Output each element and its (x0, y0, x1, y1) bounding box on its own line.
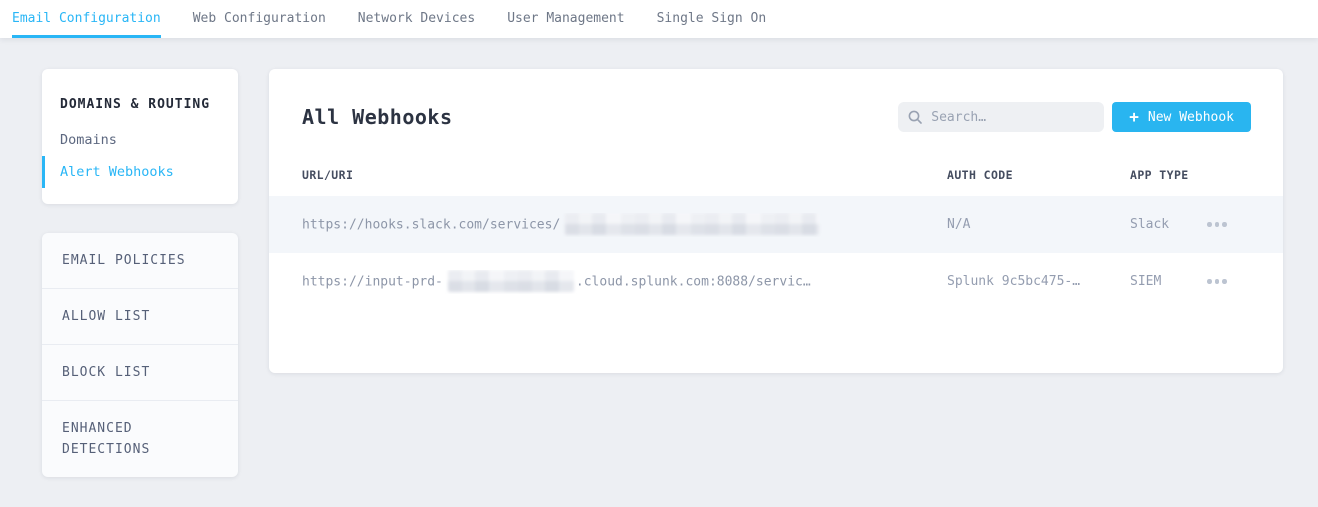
sidebar-item-allow-list[interactable]: ALLOW LIST (42, 288, 238, 344)
webhook-url-cell: https://hooks.slack.com/services/ (302, 212, 947, 237)
sidebar-item-domains[interactable]: Domains (42, 124, 238, 156)
table-row: https://hooks.slack.com/services/ N/A Sl… (269, 196, 1283, 253)
sidebar-item-email-policies[interactable]: EMAIL POLICIES (42, 233, 238, 288)
sidebar-header-domains-routing: DOMAINS & ROUTING (60, 97, 211, 112)
sidebar-item-enhanced-detections[interactable]: ENHANCED DETECTIONS (42, 400, 238, 477)
panel-header: All Webhooks + New Webhook (269, 69, 1283, 132)
ellipsis-icon (1207, 279, 1212, 284)
tab-user-management[interactable]: User Management (507, 0, 624, 38)
row-actions-menu-button[interactable] (1205, 273, 1229, 290)
search-box (898, 102, 1105, 132)
row-actions-menu-button[interactable] (1205, 216, 1229, 233)
redacted-url-segment (565, 212, 820, 235)
column-header-app-type: APP TYPE (1130, 168, 1189, 182)
webhook-url-text: https://input-prd- (302, 274, 443, 289)
tab-web-configuration[interactable]: Web Configuration (193, 0, 326, 38)
tab-single-sign-on[interactable]: Single Sign On (657, 0, 767, 38)
column-header-url: URL/URI (302, 168, 354, 182)
top-nav: Email Configuration Web Configuration Ne… (0, 0, 1318, 38)
sidebar-item-block-list[interactable]: BLOCK LIST (42, 344, 238, 400)
new-webhook-button[interactable]: + New Webhook (1112, 102, 1251, 132)
webhook-url-suffix: .cloud.splunk.com:8088/servic… (575, 274, 811, 289)
sidebar-card-sections: EMAIL POLICIES ALLOW LIST BLOCK LIST ENH… (42, 233, 238, 477)
search-input[interactable] (931, 109, 1095, 125)
plus-icon: + (1129, 107, 1139, 126)
table-header-row: URL/URI AUTH CODE APP TYPE (269, 132, 1283, 196)
new-webhook-button-label: New Webhook (1147, 109, 1234, 125)
app-type-cell: Slack (1130, 217, 1170, 232)
table-row: https://input-prd- .cloud.splunk.com:8088… (269, 253, 1283, 310)
page-title: All Webhooks (302, 105, 453, 129)
search-icon (908, 110, 923, 124)
page-body: DOMAINS & ROUTING Domains Alert Webhooks… (0, 38, 1318, 477)
app-type-cell: SIEM (1130, 274, 1162, 289)
auth-code-cell: Splunk 9c5bc475-… (947, 274, 1081, 289)
ellipsis-icon (1207, 222, 1212, 227)
column-header-auth-code: AUTH CODE (947, 168, 1013, 182)
tab-network-devices[interactable]: Network Devices (358, 0, 475, 38)
redacted-url-segment (447, 269, 574, 292)
tab-email-configuration[interactable]: Email Configuration (12, 0, 161, 38)
webhook-url-text: https://hooks.slack.com/services/ (302, 217, 561, 232)
webhooks-panel: All Webhooks + New Webhook URL/URI AUTH … (269, 69, 1283, 373)
webhook-url-cell: https://input-prd- .cloud.splunk.com:8088… (302, 269, 947, 294)
sidebar-item-alert-webhooks[interactable]: Alert Webhooks (42, 156, 238, 188)
sidebar-card-domains-routing: DOMAINS & ROUTING Domains Alert Webhooks (42, 69, 238, 204)
auth-code-cell: N/A (947, 217, 971, 232)
sidebar: DOMAINS & ROUTING Domains Alert Webhooks… (42, 69, 238, 477)
